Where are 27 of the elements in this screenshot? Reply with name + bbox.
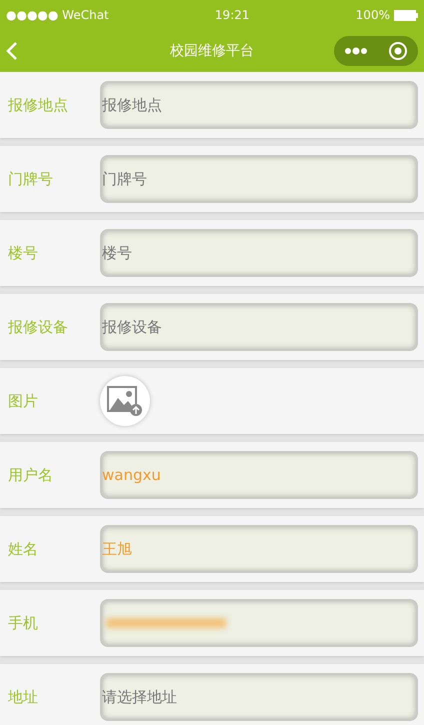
field-label: 门牌号 [7,170,54,188]
input-field[interactable]: wangxu [100,451,418,499]
input-field[interactable]: 门牌号 [100,155,418,203]
more-icon[interactable] [344,47,368,55]
input-field[interactable]: 报修设备 [100,303,418,351]
field-label: 图片 [7,392,39,410]
field-label: 用户名 [7,466,54,484]
image-upload-icon[interactable] [100,376,150,426]
battery-level: 100% [356,8,390,22]
input-field[interactable]: 请选择地址 [100,673,418,721]
input-field[interactable]: 王旭 [100,525,418,573]
page-title: 校园维修平台 [169,42,255,60]
field-label: 地址 [7,688,39,706]
carrier: ●●●●● WeChat [6,8,109,22]
close-icon[interactable] [388,41,408,61]
field-label: 报修设备 [7,318,69,336]
capsule-menu[interactable] [334,36,418,66]
field-label: 楼号 [7,244,39,262]
field-label: 手机 [7,614,39,632]
input-field[interactable] [100,599,418,647]
field-label: 姓名 [7,540,39,558]
battery-icon [394,10,418,20]
clock: 19:21 [214,8,250,22]
back-icon[interactable] [6,41,18,61]
field-label: 报修地点 [7,96,69,114]
input-field[interactable]: 报修地点 [100,81,418,129]
input-field[interactable]: 楼号 [100,229,418,277]
